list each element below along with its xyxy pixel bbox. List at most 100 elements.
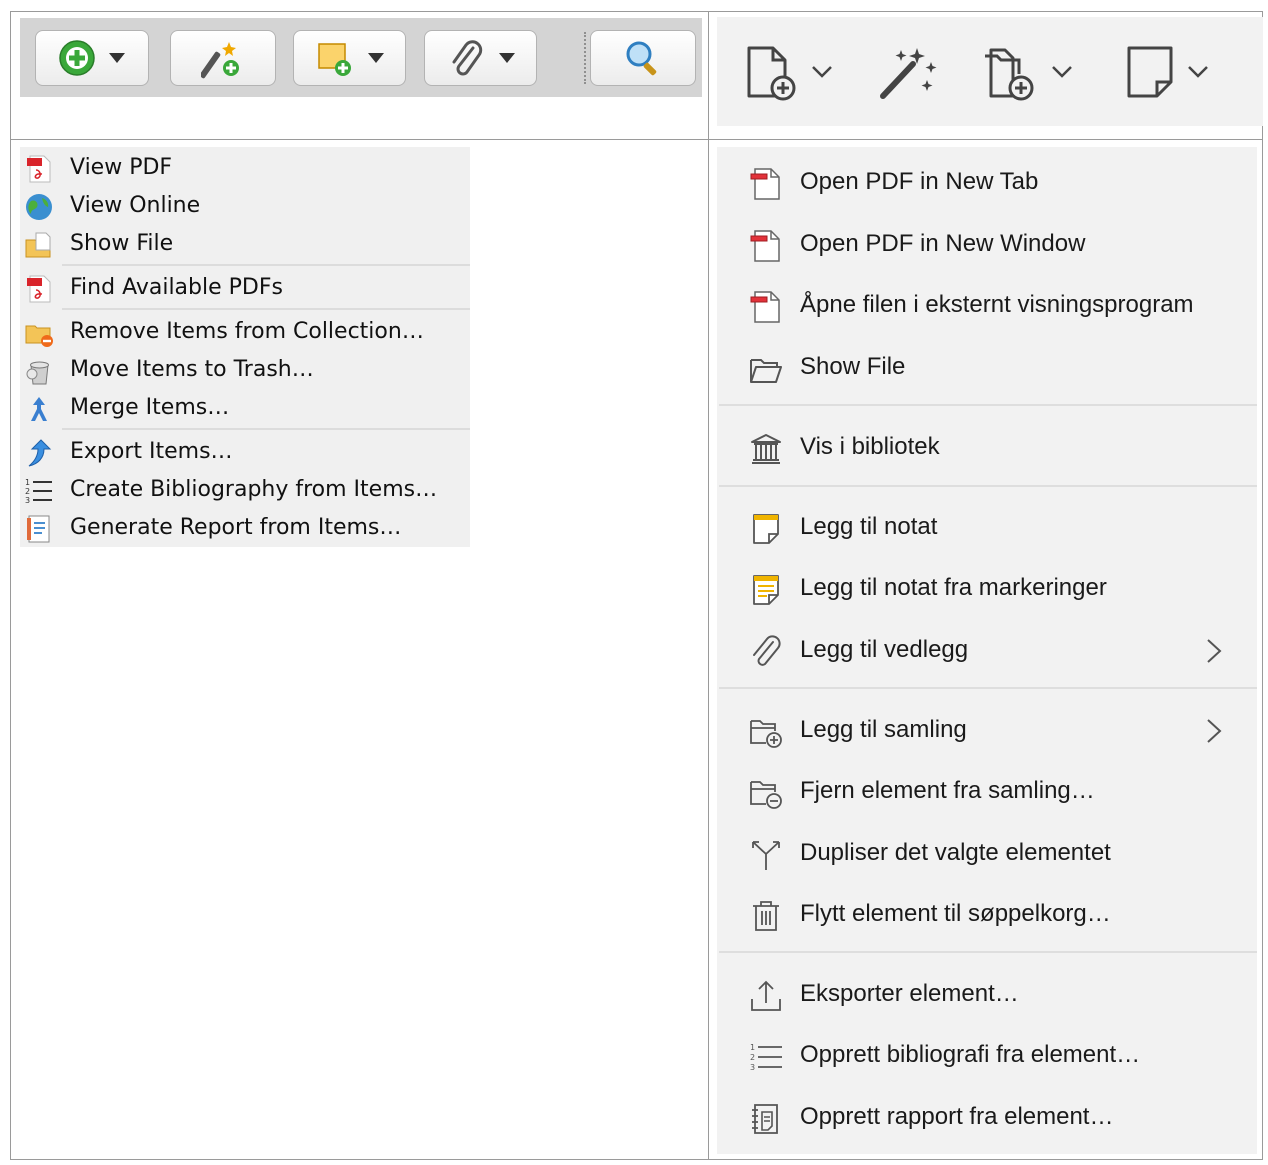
folder-icon (750, 359, 782, 383)
pdf-icon (750, 168, 780, 200)
magic-wand-icon (201, 42, 239, 79)
export-arrow-icon (28, 439, 52, 467)
merge-icon (31, 397, 47, 421)
menu-item-duplicate-item[interactable]: Dupliser det valgte elementet (717, 824, 1257, 882)
folder-remove-icon (25, 325, 53, 347)
menu-item-label: Legg til notat (800, 513, 938, 540)
menu-item-label: Open PDF in New Window (800, 230, 1086, 257)
new-add-to-collection-button[interactable] (979, 42, 1073, 102)
menu-item-show-in-library[interactable]: Vis i bibliotek (717, 418, 1257, 476)
menu-item-label: Show File (70, 231, 174, 256)
old-toolbar (20, 18, 702, 97)
menu-separator (719, 687, 1257, 689)
menu-item-label: Dupliser det valgte elementet (800, 839, 1111, 866)
svg-text:3: 3 (25, 496, 30, 505)
menu-item-add-to-collection[interactable]: Legg til samling (717, 701, 1257, 759)
menu-item-merge-items[interactable]: Merge Items… (20, 389, 470, 427)
menu-item-find-pdfs[interactable]: Find Available PDFs (20, 269, 470, 307)
menu-item-open-pdf-new-tab[interactable]: Open PDF in New Tab (717, 153, 1257, 211)
pdf-icon (27, 155, 51, 183)
chevron-down-icon (1188, 66, 1208, 78)
menu-item-create-report[interactable]: Opprett rapport fra element… (717, 1088, 1257, 1146)
menu-item-label: Generate Report from Items… (70, 515, 402, 540)
paperclip-icon (452, 40, 482, 76)
menu-item-label: Eksporter element… (800, 980, 1019, 1007)
menu-separator (62, 428, 470, 430)
menu-item-export-item[interactable]: Eksporter element… (717, 965, 1257, 1023)
trash-icon (26, 361, 49, 385)
toolbar-separator (584, 32, 586, 84)
svg-text:2: 2 (25, 487, 30, 496)
menu-item-show-file[interactable]: Show File (20, 225, 470, 263)
pdf-icon (750, 230, 780, 262)
menu-item-add-note[interactable]: Legg til notat (717, 498, 1257, 556)
menu-item-label: Move Items to Trash… (70, 357, 314, 382)
chevron-down-icon (109, 53, 125, 63)
numbered-list-icon: 1 2 3 (750, 1043, 782, 1072)
pdf-icon (27, 275, 51, 303)
add-to-collection-icon (985, 48, 1034, 101)
new-note-button[interactable] (1125, 42, 1209, 102)
numbered-list-icon: 1 2 3 (25, 478, 52, 505)
svg-text:3: 3 (750, 1063, 755, 1072)
menu-item-add-note-from-annotations[interactable]: Legg til notat fra markeringer (717, 559, 1257, 617)
chevron-right-icon (1207, 639, 1222, 663)
menu-item-label: Fjern element fra samling… (800, 777, 1095, 804)
search-icon (626, 41, 657, 76)
old-new-note-button[interactable] (293, 30, 406, 86)
note-icon (753, 514, 779, 544)
menu-item-label: Opprett rapport fra element… (800, 1103, 1114, 1130)
add-circle-icon (59, 40, 95, 76)
new-context-menu: Open PDF in New Tab Open PDF in New Wind… (717, 147, 1257, 1154)
menu-item-remove-from-collection[interactable]: Fjern element fra samling… (717, 762, 1257, 820)
menu-item-label: Legg til vedlegg (800, 636, 969, 663)
menu-separator (719, 404, 1257, 406)
menu-item-label: Merge Items… (70, 395, 230, 420)
old-search-button[interactable] (590, 30, 696, 86)
magic-wand-icon (880, 48, 937, 99)
svg-text:1: 1 (25, 478, 30, 487)
new-toolbar (717, 17, 1263, 126)
menu-item-label: View Online (70, 193, 201, 218)
menu-item-generate-report[interactable]: Generate Report from Items… (20, 509, 470, 547)
menu-item-create-bibliography[interactable]: 1 2 3 Create Bibliography from Items… (20, 471, 470, 509)
menu-separator (719, 485, 1257, 487)
menu-item-view-online[interactable]: View Online (20, 187, 470, 225)
menu-item-label: Legg til notat fra markeringer (800, 574, 1107, 601)
note-from-annotations-icon (753, 575, 779, 605)
menu-item-label: Open PDF in New Tab (800, 168, 1039, 195)
old-attachment-button[interactable] (424, 30, 537, 86)
chevron-down-icon (367, 53, 384, 63)
menu-item-create-bibliography[interactable]: 1 2 3 Opprett bibliografi fra element… (717, 1026, 1257, 1084)
svg-text:2: 2 (750, 1053, 755, 1062)
new-note-icon (317, 43, 351, 76)
column-divider (708, 11, 709, 1160)
old-context-menu: View PDF View Online Show File Find Avai… (20, 147, 470, 547)
note-icon (1127, 46, 1173, 98)
globe-icon (26, 194, 52, 220)
menu-item-open-external-viewer[interactable]: Åpne filen i eksternt visningsprogram (717, 276, 1257, 334)
menu-item-remove-from-collection[interactable]: Remove Items from Collection… (20, 313, 470, 351)
menu-item-add-attachment[interactable]: Legg til vedlegg (717, 621, 1257, 679)
menu-item-export-items[interactable]: Export Items… (20, 433, 470, 471)
menu-item-move-to-trash[interactable]: Flytt element til søppelkorg… (717, 885, 1257, 943)
remove-from-collection-icon (750, 781, 782, 809)
menu-item-show-file[interactable]: Show File (717, 338, 1257, 396)
new-item-button[interactable] (745, 42, 833, 102)
report-icon (27, 515, 50, 543)
folder-file-icon (25, 232, 51, 258)
paperclip-icon (753, 635, 781, 666)
new-add-by-identifier-button[interactable] (877, 42, 939, 102)
old-new-item-button[interactable] (35, 30, 149, 86)
menu-item-move-to-trash[interactable]: Move Items to Trash… (20, 351, 470, 389)
menu-item-open-pdf-new-window[interactable]: Open PDF in New Window (717, 215, 1257, 273)
menu-item-view-pdf[interactable]: View PDF (20, 149, 470, 187)
menu-item-label: Flytt element til søppelkorg… (800, 900, 1111, 927)
duplicate-icon (752, 841, 780, 870)
old-add-by-identifier-button[interactable] (170, 30, 276, 86)
menu-item-label: Remove Items from Collection… (70, 319, 424, 344)
menu-item-label: Åpne filen i eksternt visningsprogram (800, 291, 1194, 318)
menu-item-label: Legg til samling (800, 716, 967, 743)
menu-separator (719, 951, 1257, 953)
menu-item-label: Opprett bibliografi fra element… (800, 1041, 1141, 1068)
